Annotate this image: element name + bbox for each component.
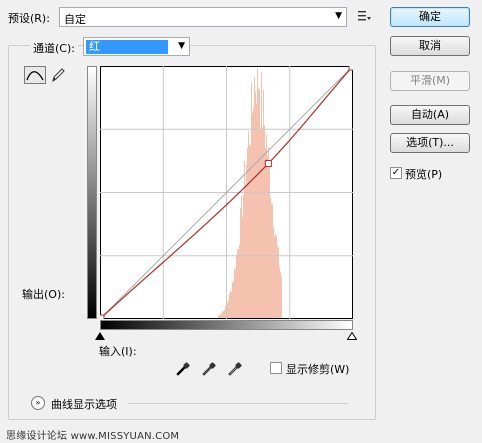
histogram-bar (253, 106, 254, 318)
histogram-bar (247, 147, 248, 318)
pencil-icon (52, 68, 65, 83)
histogram-bar (240, 208, 241, 318)
black-eyedropper-icon (176, 362, 190, 376)
output-label: 输出(O): (22, 288, 65, 301)
histogram-bar (228, 300, 229, 318)
preview-check-box[interactable]: ✓ (390, 167, 402, 179)
histogram-bar (229, 293, 230, 318)
preset-label: 预设(R): (8, 12, 50, 25)
histogram-bar (261, 72, 262, 318)
input-gradient-bar (100, 320, 353, 330)
white-eyedropper-icon (228, 362, 242, 376)
gray-eyedropper-button[interactable] (201, 361, 217, 377)
histogram-bar (274, 236, 275, 318)
chevron-down-icon: ▼ (178, 41, 185, 51)
histogram-bar (273, 226, 274, 318)
auto-button[interactable]: 自动(A) (390, 105, 470, 125)
histogram-bar (237, 249, 238, 318)
histogram-bar (267, 156, 268, 318)
histogram-bar (272, 204, 273, 318)
output-gradient-bar (87, 66, 97, 319)
histogram-bar (230, 290, 231, 318)
histogram-bar (248, 130, 249, 318)
histogram-bar (281, 277, 282, 318)
histogram-bar (221, 313, 222, 318)
curve-point-tool-button[interactable] (24, 66, 46, 84)
channel-label: 通道(C): (30, 40, 78, 56)
histogram-bar (265, 148, 266, 318)
histogram-bar (276, 236, 277, 318)
pencil-tool-button[interactable] (49, 66, 67, 84)
histogram-bar (256, 103, 257, 319)
histogram-bar (252, 112, 253, 318)
preset-dropdown[interactable]: 自定 ▼ (59, 7, 347, 27)
gray-eyedropper-icon (202, 362, 216, 376)
options-divider (128, 403, 348, 404)
preview-label: 预览(P) (405, 168, 443, 181)
histogram-bar (227, 302, 228, 318)
curve-control-point[interactable] (348, 66, 353, 71)
histogram-bar (241, 195, 242, 318)
histogram-bar (279, 267, 280, 318)
histogram-bar (269, 163, 270, 318)
histogram-bar (275, 234, 276, 318)
histogram-bar (219, 314, 220, 318)
curve-control-point[interactable] (100, 314, 105, 319)
histogram-bar (218, 315, 219, 318)
curve-display-options-label[interactable]: 曲线显示选项 (51, 396, 117, 412)
histogram-bar (268, 147, 269, 318)
histogram-bar (255, 91, 256, 318)
curve-tool-icon (26, 71, 44, 81)
histogram-bar (277, 245, 278, 318)
histogram-bar (246, 164, 247, 318)
histogram-bar (232, 282, 233, 318)
input-label: 输入(I): (99, 345, 137, 358)
histogram-bar (231, 291, 232, 318)
histogram-bar (234, 268, 235, 318)
channel-value: 红 (86, 40, 168, 54)
watermark-text: 思缘设计论坛 www.MISSYUAN.COM (6, 431, 180, 442)
histogram-bar (225, 305, 226, 318)
curve-control-point[interactable] (264, 159, 272, 167)
histogram-bar (222, 312, 223, 318)
histogram-bar (278, 247, 279, 318)
histogram-bar (270, 198, 271, 318)
histogram-bar (249, 145, 250, 318)
histogram-bar (271, 203, 272, 318)
histogram-bar (220, 314, 221, 318)
histogram-bar (254, 77, 255, 318)
histogram-bar (258, 87, 259, 318)
histogram-bar (280, 271, 281, 318)
preset-value: 自定 (64, 13, 86, 26)
histogram-bar (250, 144, 251, 318)
smooth-button[interactable]: 平滑(M) (390, 71, 470, 91)
white-point-slider[interactable] (347, 332, 357, 340)
histogram-bar (224, 310, 225, 318)
show-clipping-box[interactable] (270, 362, 282, 374)
histogram-bar (235, 270, 236, 318)
histogram-bar (223, 310, 224, 318)
histogram-bar (259, 89, 260, 318)
histogram-bar (263, 89, 264, 318)
white-eyedropper-button[interactable] (227, 361, 243, 377)
histogram-bar (244, 160, 245, 318)
options-button[interactable]: 选项(T)... (390, 133, 470, 153)
histogram-bar (251, 82, 252, 318)
histogram-bar (238, 249, 239, 318)
histogram-bar (236, 255, 237, 318)
checkmark-icon: ✓ (391, 167, 401, 178)
histogram-bar (242, 216, 243, 318)
list-menu-icon[interactable] (358, 10, 372, 22)
cancel-button[interactable]: 取消 (390, 36, 470, 56)
channel-dropdown[interactable]: 红 ▼ (83, 37, 190, 56)
expand-chevron-icon[interactable]: » (31, 396, 45, 410)
histogram-bar (245, 186, 246, 318)
ok-button[interactable]: 确定 (390, 7, 470, 27)
histogram-bar (233, 280, 234, 318)
black-eyedropper-button[interactable] (175, 361, 191, 377)
show-clipping-label: 显示修剪(W) (286, 363, 350, 376)
curve-graph[interactable] (100, 66, 353, 319)
chevron-down-icon: ▼ (335, 11, 342, 21)
black-point-slider[interactable] (95, 332, 105, 340)
